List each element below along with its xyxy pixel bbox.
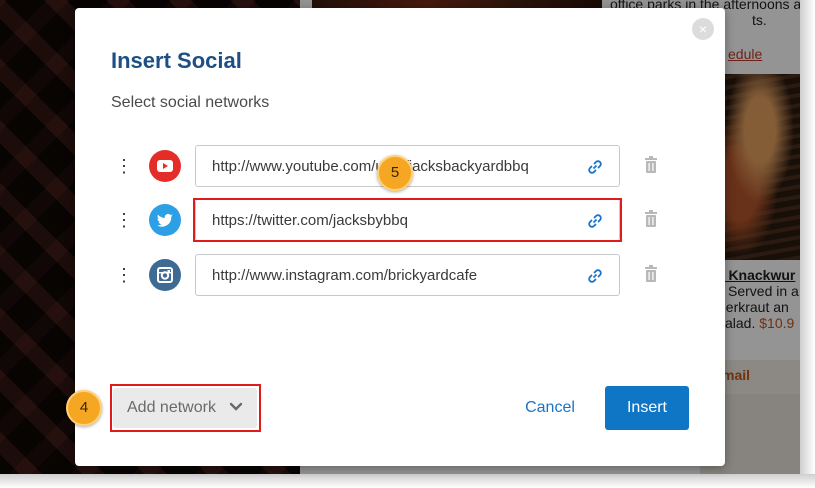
social-row-instagram: ⋮ [115,253,675,297]
step-5-callout: 5 [377,155,413,191]
instagram-url-field[interactable] [195,254,620,296]
trash-icon[interactable] [643,156,659,174]
close-icon[interactable]: × [692,18,714,40]
step-4-callout: 4 [66,390,102,426]
trash-icon[interactable] [643,210,659,228]
screenshot-stage: office parks in the afternoons a ts. edu… [0,0,815,488]
insert-button[interactable]: Insert [605,386,689,430]
twitter-icon [149,204,181,236]
screenshot-shadow [0,474,815,488]
drag-handle-icon[interactable]: ⋮ [115,264,133,286]
cancel-button[interactable]: Cancel [515,389,585,427]
add-network-highlight [110,384,261,432]
drag-handle-icon[interactable]: ⋮ [115,209,133,231]
twitter-field-highlight [193,198,622,242]
dialog-subtitle: Select social networks [111,94,270,111]
link-icon[interactable] [587,159,603,175]
instagram-icon [149,259,181,291]
screenshot-shadow [800,0,815,488]
link-icon[interactable] [587,268,603,284]
youtube-icon [149,150,181,182]
trash-icon[interactable] [643,265,659,283]
instagram-url-input[interactable] [212,255,582,295]
dialog-title: Insert Social [111,48,242,73]
drag-handle-icon[interactable]: ⋮ [115,155,133,177]
